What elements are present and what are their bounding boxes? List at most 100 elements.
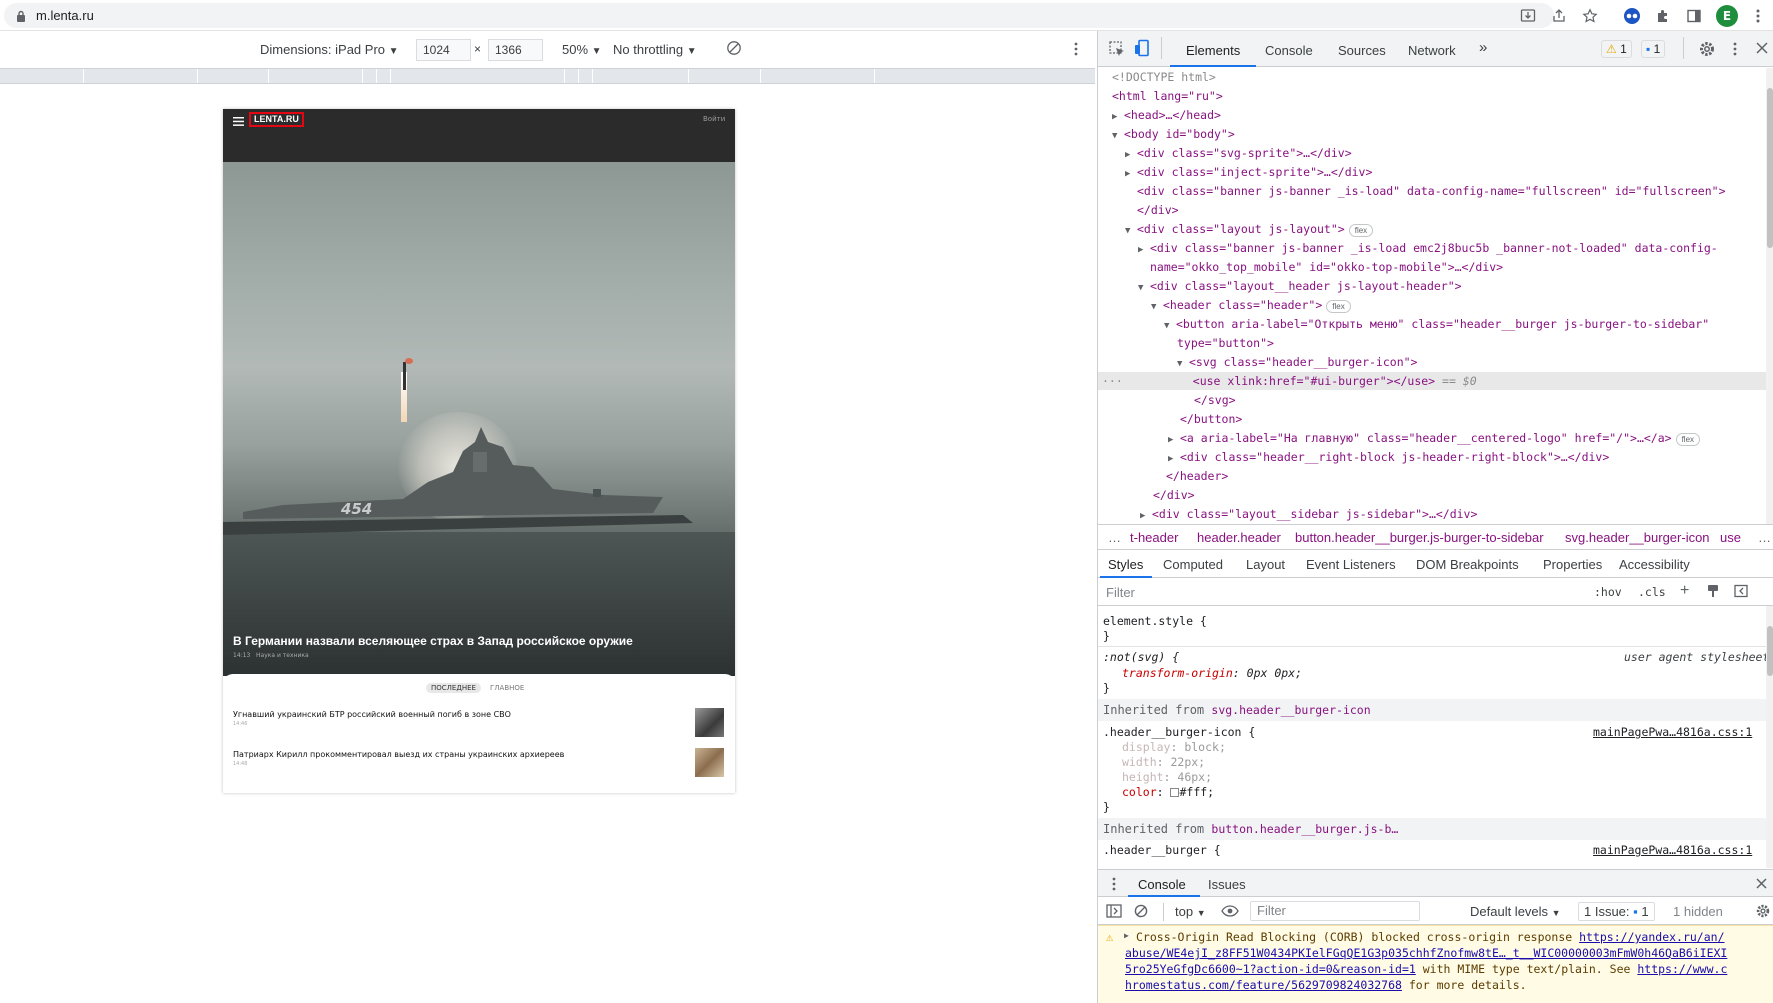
- hov-toggle[interactable]: :hov: [1594, 585, 1622, 599]
- breadcrumb-item[interactable]: header.header: [1197, 530, 1281, 545]
- profile-avatar[interactable]: E: [1716, 5, 1738, 27]
- tab-elements[interactable]: Elements: [1186, 43, 1240, 58]
- dimensions-dropdown[interactable]: Dimensions: iPad Pro ▼: [260, 42, 399, 57]
- element-style-selector[interactable]: element.style {: [1103, 614, 1207, 629]
- issues-button[interactable]: 1 Issue: ▪ 1: [1578, 902, 1655, 921]
- not-svg-selector[interactable]: :not(svg) {: [1103, 650, 1179, 665]
- live-expression-eye-icon[interactable]: [1221, 904, 1239, 918]
- drawer-tab-console[interactable]: Console: [1138, 877, 1186, 892]
- expand-arrow-icon[interactable]: ▶: [1112, 108, 1124, 126]
- width-input[interactable]: 1024: [416, 39, 471, 61]
- collapse-arrow-icon[interactable]: ▼: [1151, 298, 1163, 316]
- dom-scrollbar[interactable]: [1766, 68, 1773, 526]
- dom-line[interactable]: name="okko_top_mobile" id="okko-top-mobi…: [1150, 258, 1503, 276]
- styles-scrollbar[interactable]: [1766, 606, 1773, 868]
- console-filter-input[interactable]: Filter: [1250, 901, 1420, 921]
- news-thumb-1[interactable]: [695, 708, 724, 737]
- cls-toggle[interactable]: .cls: [1638, 585, 1666, 599]
- breadcrumb-item[interactable]: svg.header__burger-icon: [1565, 530, 1710, 545]
- burger-menu-icon[interactable]: [233, 117, 244, 126]
- rotate-icon[interactable]: [726, 40, 742, 56]
- messages-badge[interactable]: ▪ 1: [1641, 40, 1666, 58]
- flex-badge[interactable]: flex: [1348, 224, 1374, 237]
- dom-line[interactable]: ▶ <div class="header__right-block js-head…: [1168, 448, 1609, 466]
- clear-console-icon[interactable]: [1134, 904, 1148, 918]
- warning-link-cont[interactable]: abuse/WE4ejI_z8FF51W0434PKIelFGqQE1G3p03…: [1125, 945, 1727, 961]
- console-warning-message[interactable]: ⚠ ▶ Cross-Origin Read Blocking (CORB) bl…: [1098, 925, 1773, 1003]
- dom-line[interactable]: </svg>: [1194, 391, 1236, 409]
- styles-pane[interactable]: element.style { } :not(svg) { user agent…: [1098, 606, 1766, 868]
- bookmark-star-icon[interactable]: [1580, 6, 1600, 26]
- collapse-arrow-icon[interactable]: ▼: [1125, 222, 1137, 240]
- device-toggle-icon[interactable]: [1134, 39, 1152, 57]
- dom-tree[interactable]: <!DOCTYPE html> <html lang="ru"> ▶ <head>…: [1098, 68, 1766, 526]
- tab-properties[interactable]: Properties: [1543, 557, 1602, 572]
- dom-line[interactable]: ▶ <div class="inject-sprite">…</div>: [1125, 163, 1372, 181]
- customize-devtools-icon[interactable]: [1733, 42, 1737, 56]
- hero-image[interactable]: 454 В Германии назвали вселяющее страх в…: [223, 162, 735, 676]
- expand-arrow-icon[interactable]: ▶: [1140, 507, 1152, 525]
- breadcrumb-item[interactable]: t-header: [1130, 530, 1178, 545]
- expand-arrow-icon[interactable]: ▶: [1125, 146, 1137, 164]
- emulated-device-screen[interactable]: LENTA.RU Войти 454 В Германии назвали вс…: [223, 109, 735, 793]
- expand-arrow-icon[interactable]: ▶: [1125, 165, 1137, 183]
- dom-line[interactable]: ▼ <svg class="header__burger-icon">: [1177, 353, 1417, 371]
- omnibox[interactable]: m.lenta.ru: [4, 3, 1554, 28]
- breadcrumb-item[interactable]: button.header__burger.js-burger-to-sideb…: [1295, 530, 1544, 545]
- url-text[interactable]: m.lenta.ru: [36, 8, 94, 23]
- tab-layout[interactable]: Layout: [1246, 557, 1285, 572]
- settings-gear-icon[interactable]: [1698, 40, 1716, 58]
- selected-dom-line[interactable]: ··· <use xlink:href="#ui-burger"></use> =…: [1098, 372, 1766, 390]
- dom-line[interactable]: type="button">: [1177, 334, 1274, 352]
- inherited-link[interactable]: button.header__burger.js-b…: [1211, 822, 1398, 836]
- install-app-icon[interactable]: [1518, 6, 1538, 26]
- transform-origin-decl[interactable]: transform-origin: 0px 0px;: [1122, 666, 1302, 681]
- breadcrumb-overflow[interactable]: …: [1108, 530, 1121, 545]
- warning-link[interactable]: 5ro25YeGfgDc6600~1?action-id=0&reason-id…: [1125, 962, 1416, 976]
- paint-brush-icon[interactable]: [1706, 584, 1720, 598]
- source-link[interactable]: mainPagePwa…4816a.css:1: [1593, 843, 1752, 858]
- scrollbar-thumb[interactable]: [1767, 626, 1773, 676]
- toggle-sidebar-icon[interactable]: [1734, 584, 1748, 598]
- collapse-arrow-icon[interactable]: ▼: [1112, 127, 1124, 145]
- burger-selector[interactable]: .header__burger {: [1103, 843, 1221, 858]
- dom-line[interactable]: ▶ <div class="layout__sidebar js-sidebar"…: [1140, 505, 1477, 523]
- drawer-tab-issues[interactable]: Issues: [1208, 877, 1246, 892]
- tab-network[interactable]: Network: [1408, 43, 1456, 58]
- collapse-arrow-icon[interactable]: ▼: [1164, 317, 1176, 335]
- breadcrumb-overflow[interactable]: …: [1758, 530, 1771, 545]
- styles-filter-input[interactable]: Filter: [1106, 585, 1135, 600]
- warning-link[interactable]: https://yandex.ru/an/: [1579, 930, 1724, 944]
- dom-line[interactable]: </button>: [1180, 410, 1242, 428]
- tab-accessibility[interactable]: Accessibility: [1619, 557, 1690, 572]
- dom-line[interactable]: <!DOCTYPE html>: [1112, 68, 1216, 86]
- display-decl[interactable]: display: block;: [1122, 740, 1226, 755]
- warnings-badge[interactable]: ⚠ 1: [1601, 40, 1632, 58]
- flex-badge[interactable]: flex: [1675, 433, 1701, 446]
- tab-latest[interactable]: ПОСЛЕДНЕЕ: [426, 683, 481, 693]
- dom-line[interactable]: ▼ <div class="layout js-layout"> flex: [1125, 220, 1374, 240]
- dom-line[interactable]: <html lang="ru">: [1112, 87, 1223, 105]
- expand-arrow-icon[interactable]: ▶: [1168, 431, 1180, 449]
- dom-line[interactable]: ▶ <a aria-label="На главную" class="heade…: [1168, 429, 1701, 449]
- new-style-rule-icon[interactable]: +: [1680, 582, 1689, 600]
- close-drawer-icon[interactable]: [1755, 877, 1768, 890]
- login-link[interactable]: Войти: [703, 115, 725, 123]
- dom-line[interactable]: </div>: [1153, 486, 1195, 504]
- console-settings-icon[interactable]: [1755, 903, 1771, 919]
- hero-rubric[interactable]: Наука и техника: [256, 652, 309, 659]
- inherited-link[interactable]: svg.header__burger-icon: [1211, 703, 1370, 717]
- puzzle-icon[interactable]: [1653, 6, 1673, 26]
- media-query-bar[interactable]: [0, 68, 1095, 84]
- tab-console[interactable]: Console: [1265, 43, 1313, 58]
- more-options-icon[interactable]: [1074, 42, 1078, 56]
- source-link[interactable]: mainPagePwa…4816a.css:1: [1593, 725, 1752, 740]
- dom-line[interactable]: ▼ <header class="header"> flex: [1151, 296, 1351, 314]
- tab-sources[interactable]: Sources: [1338, 43, 1386, 58]
- dom-line[interactable]: ▼ <div class="layout__header js-layout-he…: [1138, 277, 1462, 295]
- collapse-arrow-icon[interactable]: ▼: [1138, 279, 1150, 297]
- dom-line[interactable]: ▼ <body id="body">: [1112, 125, 1235, 143]
- burger-icon-selector[interactable]: .header__burger-icon {: [1103, 725, 1255, 740]
- lock-icon[interactable]: [16, 10, 26, 22]
- dom-line[interactable]: ▶ <div class="banner js-banner _is-load e…: [1138, 239, 1718, 257]
